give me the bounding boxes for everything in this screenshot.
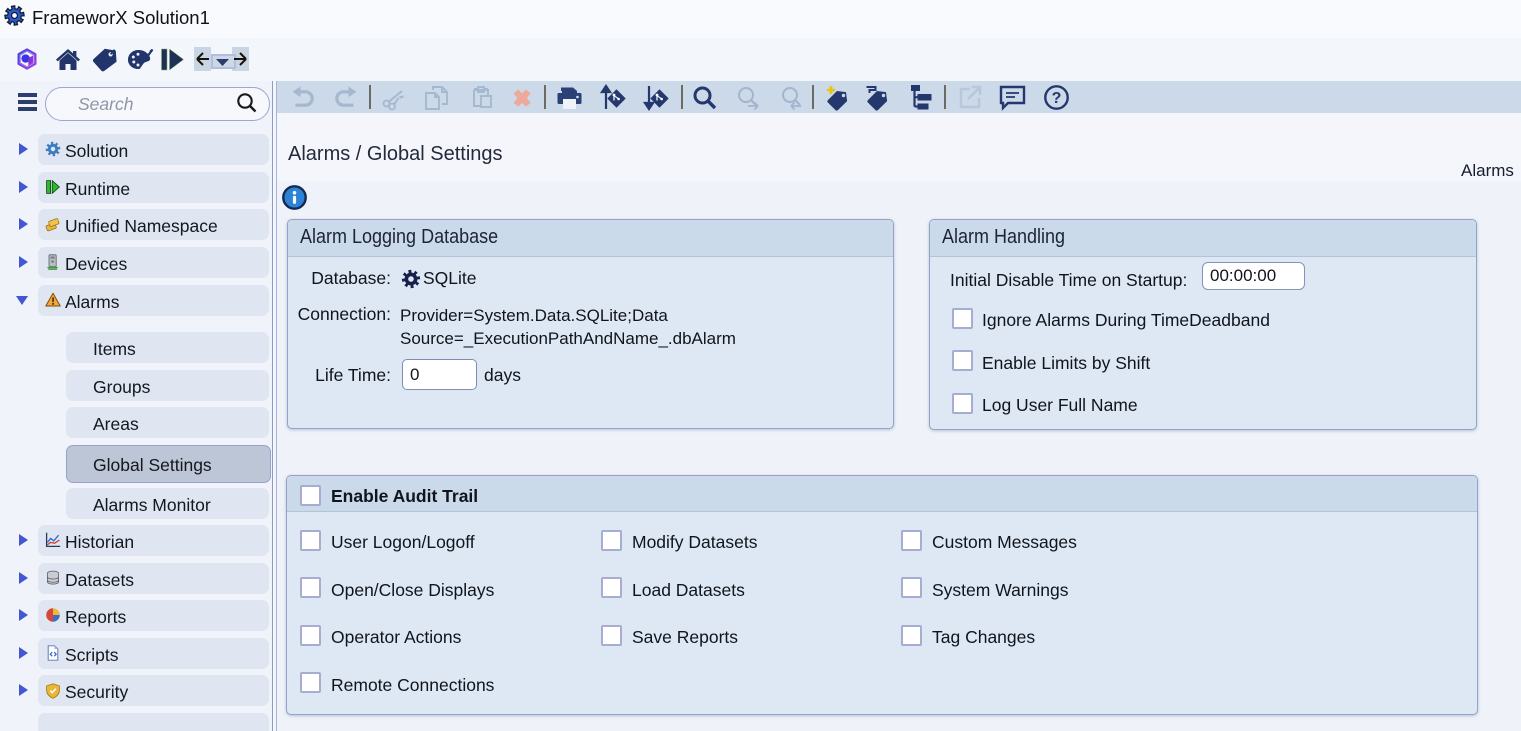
- svg-text:?: ?: [1052, 90, 1062, 107]
